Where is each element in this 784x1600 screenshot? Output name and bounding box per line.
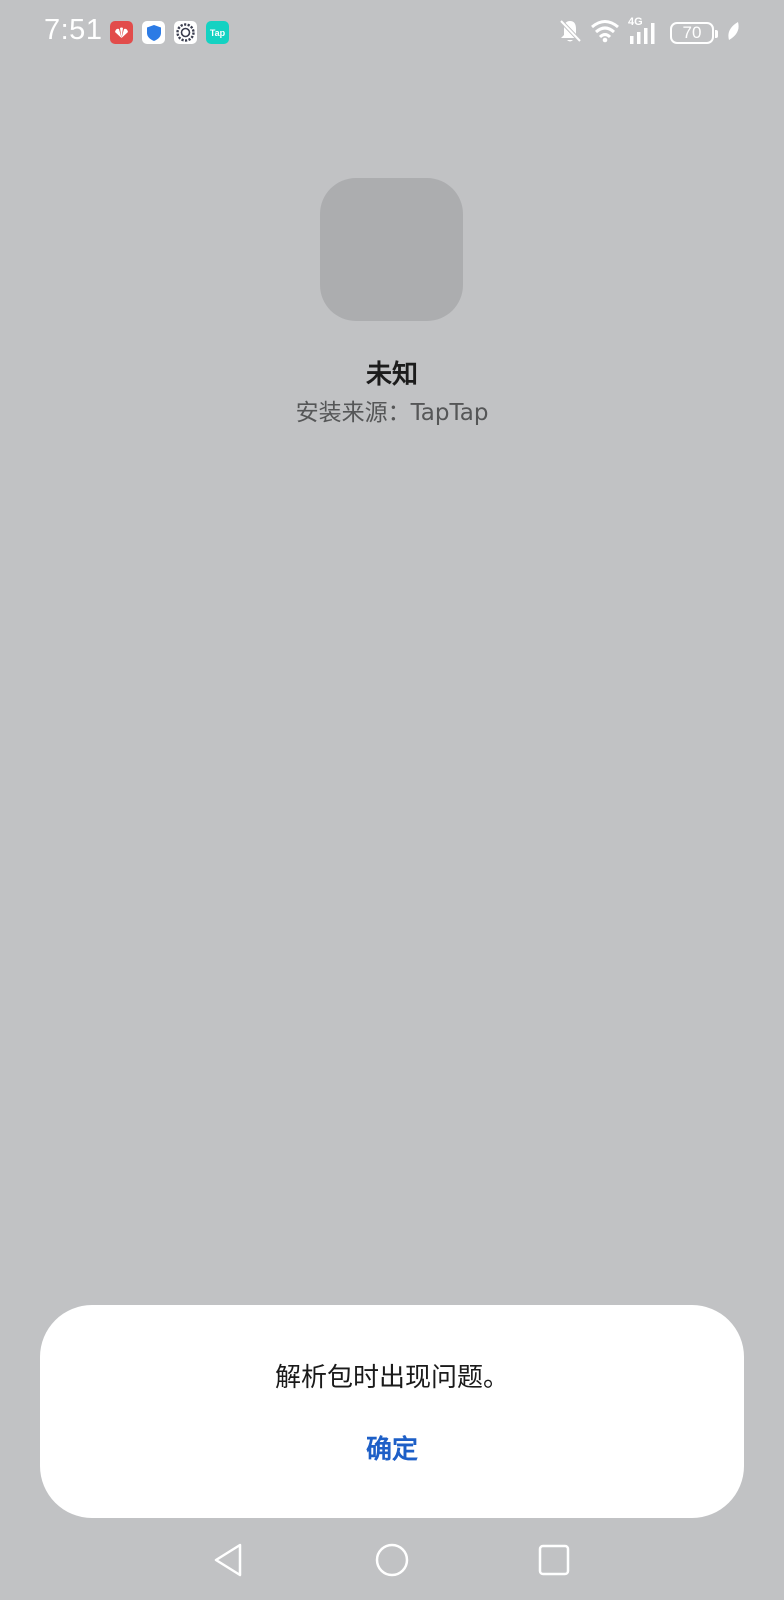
confirm-button[interactable]: 确定 xyxy=(342,1427,442,1473)
wifi-icon xyxy=(590,19,620,47)
error-dialog: 解析包时出现问题。 确定 xyxy=(40,1305,744,1518)
taptap-icon-label: Tap xyxy=(209,27,226,38)
recent-apps-icon[interactable] xyxy=(534,1540,574,1580)
app-icon-placeholder xyxy=(320,178,463,321)
bell-muted-icon xyxy=(558,18,582,48)
leaf-icon xyxy=(726,21,740,45)
status-time: 7:51 xyxy=(44,14,103,46)
battery-level: 70 xyxy=(682,23,702,42)
install-source: 安装来源：TapTap xyxy=(295,400,489,426)
back-icon[interactable] xyxy=(208,1540,248,1580)
gear-icon xyxy=(174,21,197,44)
dialog-message: 解析包时出现问题。 xyxy=(274,1363,509,1393)
status-bar: 7:51 Tap 4G 70 xyxy=(0,0,784,68)
status-indicators: 4G 70 xyxy=(558,16,740,48)
signal-4g-icon: 4G xyxy=(628,16,662,46)
taptap-icon: Tap xyxy=(206,21,229,44)
huawei-app-icon xyxy=(110,21,133,44)
app-name: 未知 xyxy=(365,360,418,390)
shield-icon xyxy=(142,21,165,44)
home-icon[interactable] xyxy=(372,1540,412,1580)
battery-icon: 70 xyxy=(670,22,718,44)
